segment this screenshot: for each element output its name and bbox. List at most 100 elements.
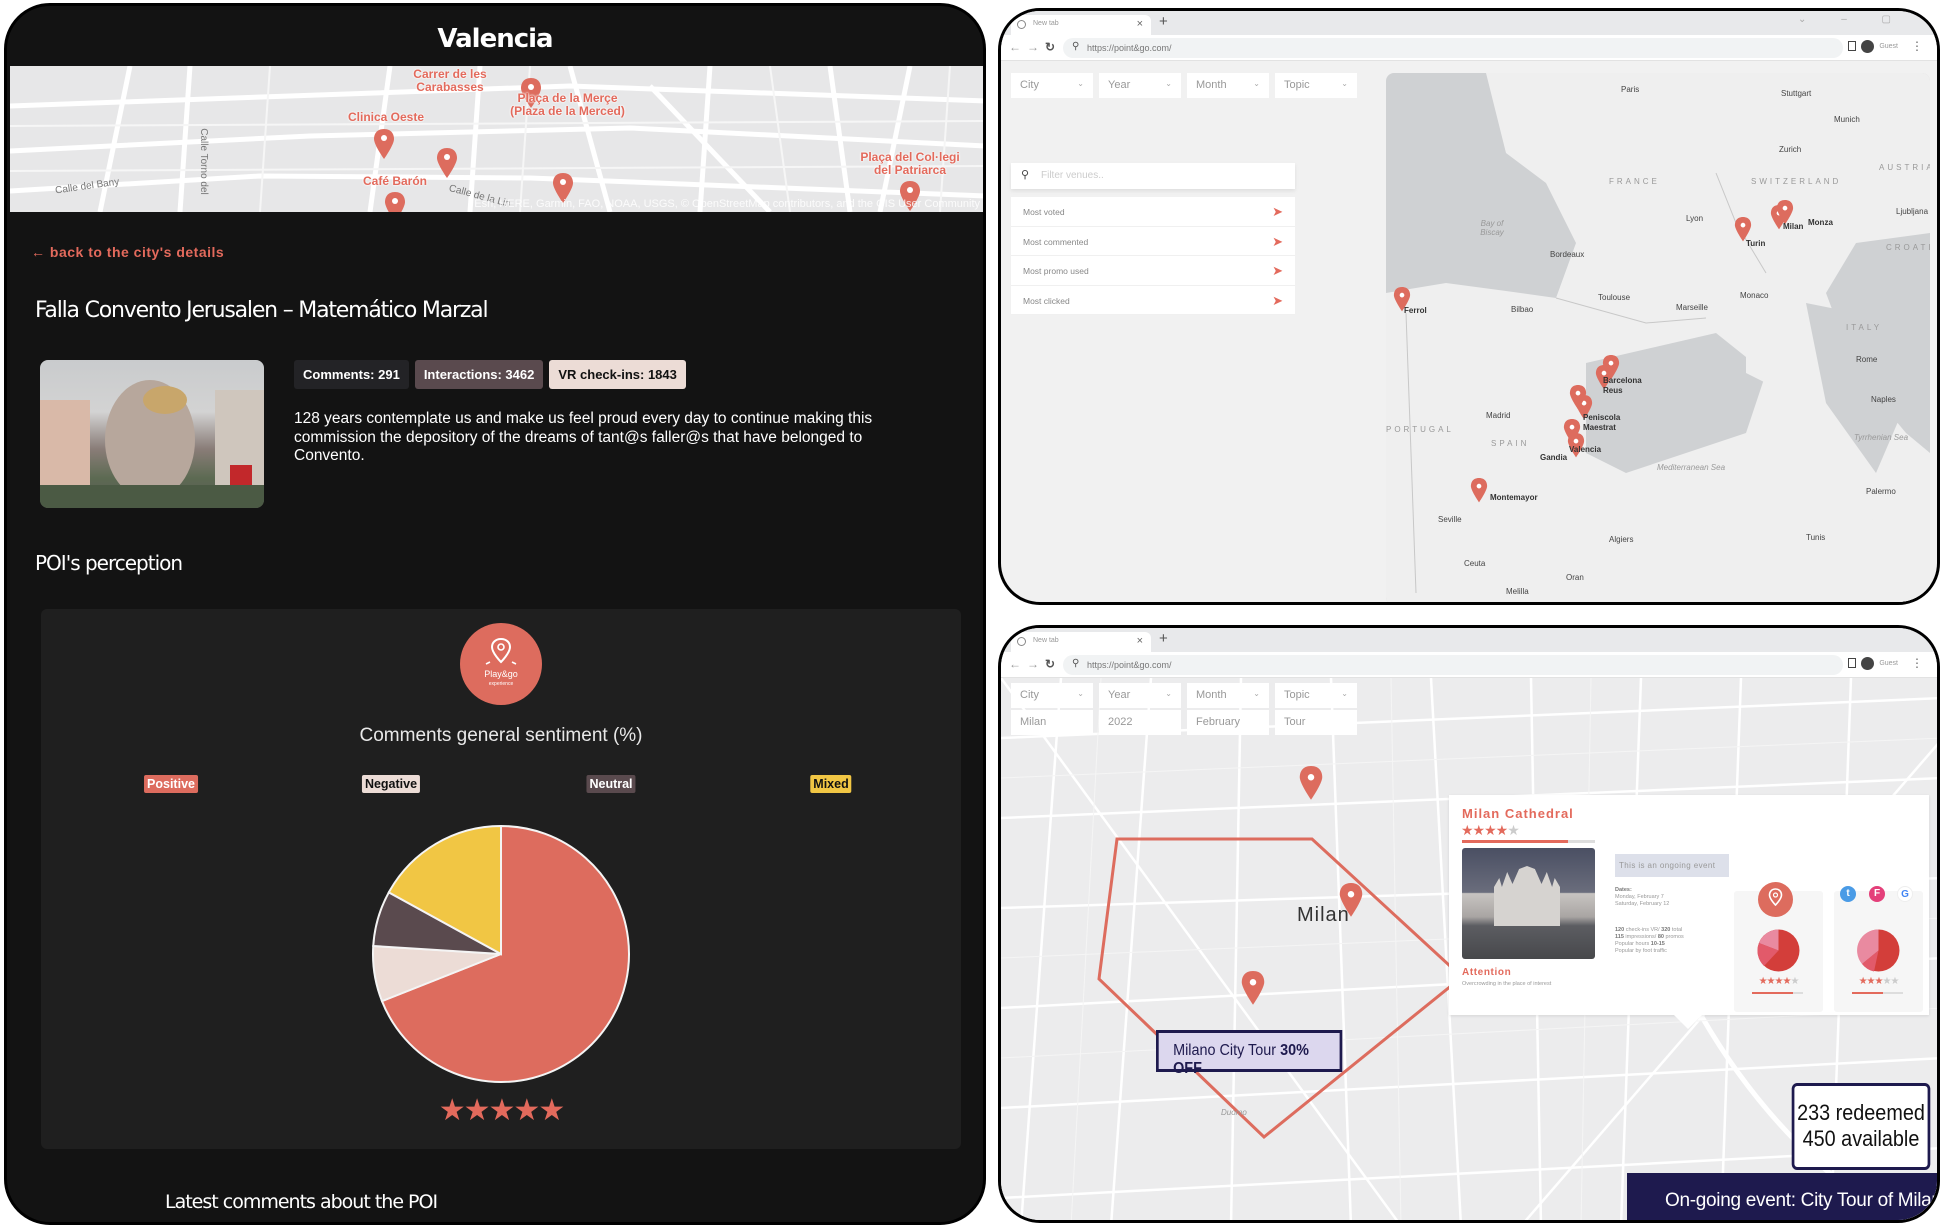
sentiment-card: Play&go experience Comments general sent… [41, 609, 961, 1149]
filter-label: Month [1196, 79, 1227, 91]
poi-label[interactable]: Montemayor [1490, 493, 1538, 502]
map-label[interactable]: Carrer de les Carabasses [410, 68, 490, 94]
reload-icon[interactable]: ↻ [1045, 40, 1061, 54]
nav-buttons[interactable]: ←→↻ [1009, 40, 1061, 54]
map-attribution: Esri, HERE, Garmin, FAO, NOAA, USGS, © O… [474, 198, 980, 210]
url-input[interactable]: ⚲ https://point&go.com/ [1063, 38, 1843, 58]
attention-title: Attention [1462, 967, 1512, 978]
legend-item-mixed[interactable]: Mixed [810, 775, 852, 793]
poi-label[interactable]: Milan [1783, 222, 1803, 231]
browser-tab[interactable]: New tab × [1011, 15, 1151, 35]
tab-bar: New tab × + [1001, 628, 1937, 652]
navigation-arrow-icon[interactable]: ➤ [1272, 293, 1283, 309]
profile-area[interactable]: Guest ⋮ [1848, 656, 1923, 670]
new-tab-button[interactable]: + [1159, 630, 1168, 647]
venue-list-item[interactable]: Most promo used ➤ [1011, 256, 1295, 286]
poi-label[interactable]: Reus [1603, 386, 1623, 395]
venue-list-item[interactable]: Most voted ➤ [1011, 197, 1295, 227]
poi-label[interactable]: Gandia [1540, 453, 1567, 462]
nav-buttons[interactable]: ←→↻ [1009, 657, 1061, 671]
city-filter[interactable]: City ⌄ [1011, 73, 1093, 98]
back-icon[interactable]: ← [1009, 40, 1027, 54]
poi-label[interactable]: Maestrat [1583, 423, 1616, 432]
cathedral-shape [1494, 866, 1560, 926]
avatar-icon[interactable] [1861, 656, 1875, 670]
forward-icon[interactable]: → [1027, 657, 1045, 671]
poi-description: 128 years contemplate us and make us fee… [294, 410, 873, 464]
valencia-map[interactable]: Carrer de les Carabasses Plaça de la Mer… [10, 66, 983, 212]
month-filter-value[interactable]: February [1187, 710, 1269, 735]
city-filter[interactable]: City ⌄ [1011, 683, 1093, 708]
browser-tab[interactable]: New tab × [1011, 632, 1151, 652]
event-dates: Dates: Monday, February 7 Saturday, Febr… [1615, 887, 1669, 908]
topic-filter[interactable]: Topic ⌄ [1275, 683, 1357, 708]
pin-dot [1782, 205, 1788, 211]
pin-dot [1740, 222, 1746, 228]
arrow-left-icon: ← [31, 244, 46, 260]
interactions-badge: Interactions: 3462 [414, 360, 544, 389]
navigation-arrow-icon[interactable]: ➤ [1272, 204, 1283, 220]
legend-item-negative[interactable]: Negative [361, 775, 421, 793]
venue-list-item[interactable]: Most commented ➤ [1011, 227, 1295, 256]
poi-label[interactable]: Turin [1746, 239, 1765, 248]
map-label[interactable]: Plaça de la Merçe (Plaza de la Merced) [505, 92, 630, 118]
poi-label[interactable]: Monza [1808, 218, 1833, 227]
map-pin-icon[interactable] [1241, 971, 1265, 1005]
promo-banner[interactable]: Milano City Tour 30% OFF [1156, 1030, 1343, 1077]
chevron-down-icon: ⌄ [1253, 689, 1260, 698]
tab-bar: New tab × + ⌄ – ▢ [1001, 11, 1937, 35]
month-filter[interactable]: Month ⌄ [1187, 683, 1269, 708]
topic-filter[interactable]: Topic ⌄ [1275, 73, 1357, 98]
filter-venues-input[interactable]: ⚲ Filter venues.. [1011, 163, 1295, 189]
map-label[interactable]: Clinica Oeste [346, 111, 426, 124]
poi-label[interactable]: Ferrol [1404, 306, 1427, 315]
google-icon[interactable]: G [1897, 886, 1913, 902]
map-label[interactable]: Plaça del Col·legi del Patriarca [860, 151, 960, 177]
sidebar-icon[interactable] [1848, 658, 1857, 668]
europe-map[interactable]: Paris Stuttgart Munich Zurich Lyon Borde… [1386, 73, 1930, 605]
window-controls[interactable]: ⌄ – ▢ [1798, 14, 1907, 25]
map-label[interactable]: Café Barón [355, 175, 435, 188]
navigation-arrow-icon[interactable]: ➤ [1272, 234, 1283, 250]
address-bar: ←→↻ ⚲ https://point&go.com/ Guest ⋮ [1001, 652, 1937, 678]
map-pin-icon[interactable] [1734, 217, 1752, 242]
venue-label: Most commented [1023, 236, 1089, 247]
poi-title: Falla Convento Jerusalen – Matemático Ma… [35, 298, 489, 323]
poi-label[interactable]: Peniscola [1583, 413, 1620, 422]
map-pin-icon[interactable] [1299, 766, 1323, 800]
city-filter-value[interactable]: Milan [1011, 710, 1093, 735]
twitter-icon[interactable]: t [1840, 886, 1856, 902]
legend-item-neutral[interactable]: Neutral [586, 775, 636, 793]
sidebar-icon[interactable] [1848, 41, 1857, 51]
topic-filter-value[interactable]: Tour [1275, 710, 1357, 735]
new-tab-button[interactable]: + [1159, 13, 1168, 30]
avatar-icon[interactable] [1861, 39, 1875, 53]
back-icon[interactable]: ← [1009, 657, 1027, 671]
year-filter[interactable]: Year ⌄ [1099, 683, 1181, 708]
kebab-menu-icon[interactable]: ⋮ [1911, 39, 1923, 53]
navigation-arrow-icon[interactable]: ➤ [1272, 263, 1283, 279]
legend-item-positive[interactable]: Positive [144, 775, 198, 793]
star-on: ★★★★ [1758, 976, 1792, 987]
filter-label: Topic [1284, 689, 1310, 701]
back-to-city-link[interactable]: ← back to the city's details [31, 244, 224, 260]
foursquare-icon[interactable]: F [1869, 886, 1885, 902]
year-filter[interactable]: Year ⌄ [1099, 73, 1181, 98]
poi-label[interactable]: Valencia [1569, 445, 1601, 454]
reload-icon[interactable]: ↻ [1045, 657, 1061, 671]
url-input[interactable]: ⚲ https://point&go.com/ [1063, 655, 1843, 675]
kebab-menu-icon[interactable]: ⋮ [1911, 656, 1923, 670]
poi-pins[interactable] [1386, 73, 1930, 605]
profile-area[interactable]: Guest ⋮ [1848, 39, 1923, 53]
filter-label: Year [1108, 79, 1131, 91]
forward-icon[interactable]: → [1027, 40, 1045, 54]
poi-label[interactable]: Barcelona [1603, 376, 1642, 385]
month-filter[interactable]: Month ⌄ [1187, 73, 1269, 98]
year-filter-value[interactable]: 2022 [1099, 710, 1181, 735]
venue-list-item[interactable]: Most clicked ➤ [1011, 286, 1295, 315]
close-tab-icon[interactable]: × [1137, 18, 1143, 30]
close-tab-icon[interactable]: × [1137, 635, 1143, 647]
map-pin-icon[interactable] [1470, 478, 1488, 503]
chevron-down-icon: ⌄ [1077, 689, 1084, 698]
milan-map[interactable]: Milan Duomo City ⌄ Milan Year ⌄ 2022 Month… [1001, 678, 1937, 1220]
